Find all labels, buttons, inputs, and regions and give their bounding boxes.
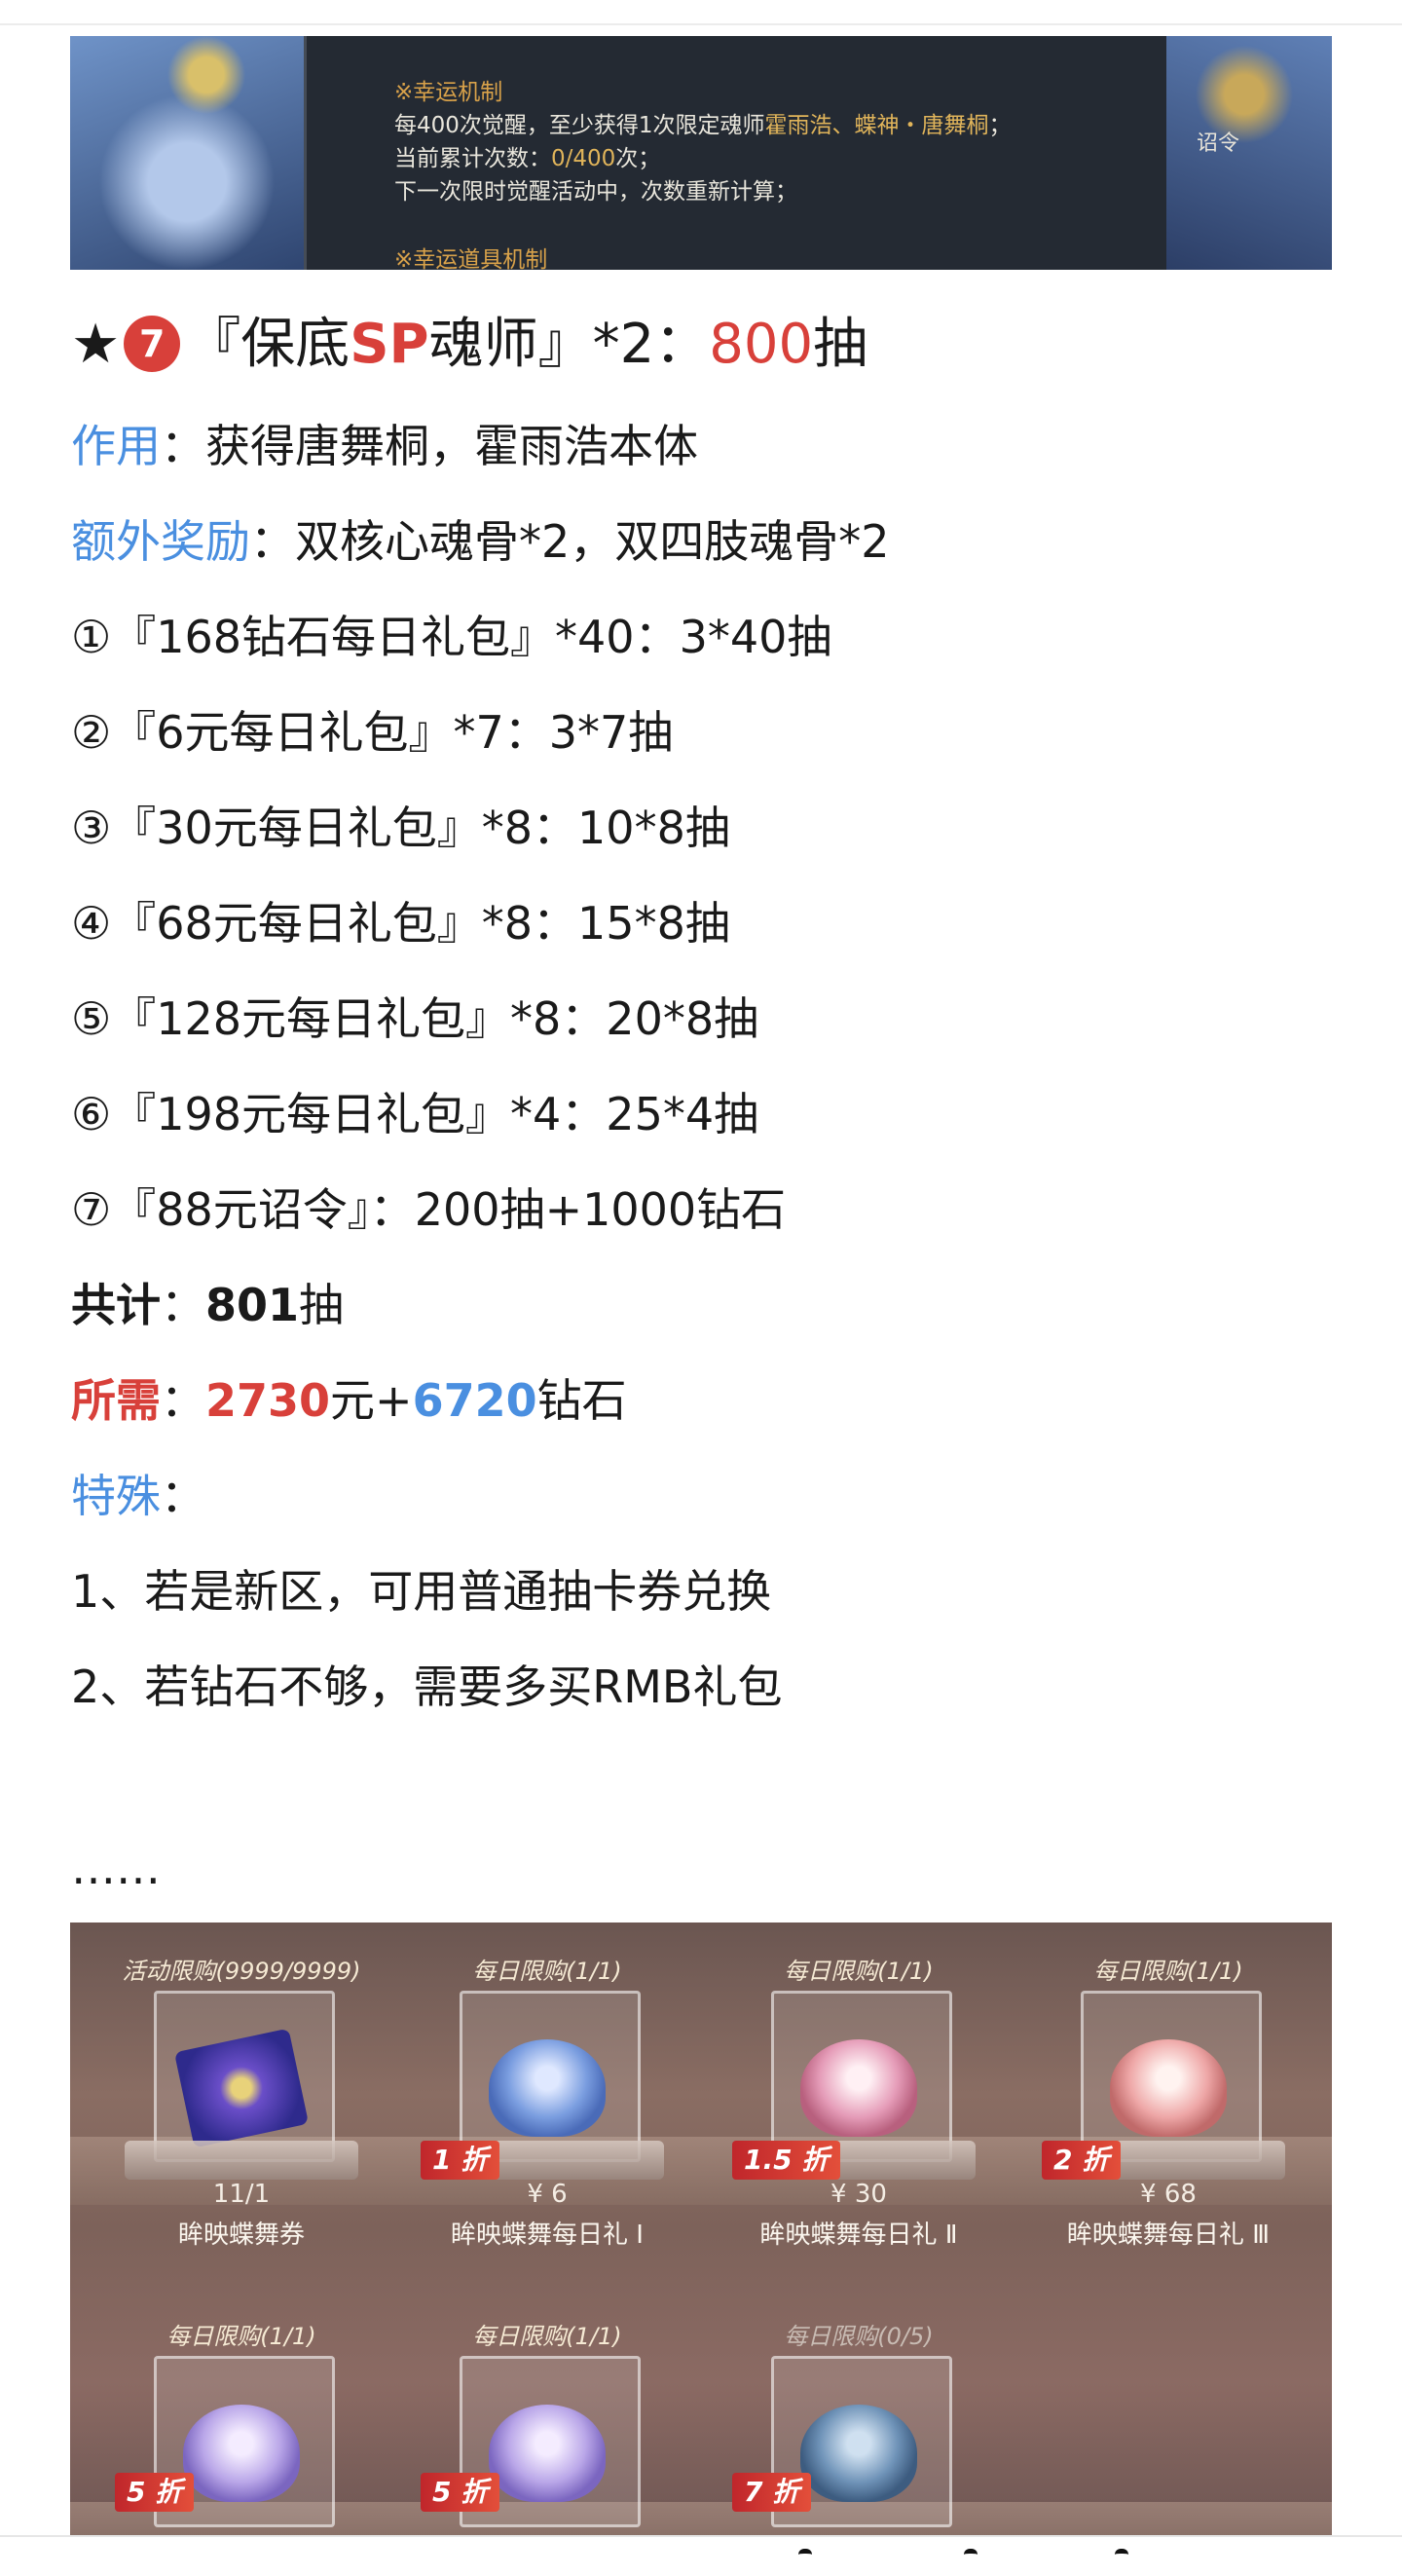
shop-item[interactable]: 每日限购(1/1) 1.5 折 ¥ 30 眸映蝶舞每日礼 Ⅱ — [713, 1923, 1005, 2283]
list-item: ①『168钻石每日礼包』*40：3*40抽 — [71, 611, 832, 663]
list-item: ②『6元每日礼包』*7：3*7抽 — [71, 706, 674, 759]
panel-line-3: 下一次限时觉醒活动中，次数重新计算； — [394, 179, 797, 205]
limit-label: 每日限购(1/1) — [784, 1958, 934, 1985]
limit-label: 每日限购(1/1) — [472, 2323, 622, 2350]
info-panel: ※幸运机制 每400次觉醒，至少获得1次限定魂师霍雨浩、蝶神・唐舞桐； 当前累计… — [304, 36, 1235, 270]
toolbar-icon[interactable] — [1115, 2549, 1128, 2563]
shop-item[interactable]: 每日限购(1/1) 5 折 — [401, 2288, 693, 2535]
discount-tag: 5 折 — [115, 2473, 195, 2512]
discount-tag: 1.5 折 — [732, 2141, 841, 2180]
discount-tag: 7 折 — [732, 2473, 812, 2512]
item-price: ¥ 30 — [830, 2180, 887, 2209]
limit-label: 每日限购(0/5) — [784, 2323, 934, 2350]
item-price: ¥ 68 — [1140, 2180, 1197, 2209]
shop-screenshot: 活动限购(9999/9999) 11/1 眸映蝶舞券 每日限购(1/1) 1 折… — [70, 1923, 1332, 2535]
luck-mechanism-screenshot: ※幸运机制 每400次觉醒，至少获得1次限定魂师霍雨浩、蝶神・唐舞桐； 当前累计… — [70, 36, 1332, 270]
panel-line-2: 当前累计次数：0/400次； — [394, 146, 661, 171]
item-name: 眸映蝶舞每日礼 Ⅱ — [759, 2221, 958, 2250]
special-note-1: 1、若是新区，可用普通抽卡券兑换 — [71, 1565, 772, 1618]
shop-item[interactable]: 每日限购(1/1) 1 折 ¥ 6 眸映蝶舞每日礼 Ⅰ — [401, 1923, 693, 2283]
bonus-line: 额外奖励：双核心魂骨*2，双四肢魂骨*2 — [71, 515, 890, 568]
gift-bag-icon — [800, 2405, 917, 2502]
cost-line: 所需：2730元+6720钻石 — [71, 1374, 627, 1427]
star-icon: ★ — [71, 313, 121, 376]
panel-line-1: 每400次觉醒，至少获得1次限定魂师霍雨浩、蝶神・唐舞桐； — [394, 113, 1012, 138]
list-item: ⑦『88元诏令』：200抽+1000钻石 — [71, 1183, 787, 1236]
item-name: 眸映蝶舞每日礼 Ⅲ — [1066, 2221, 1271, 2250]
item-price: ¥ 6 — [527, 2180, 568, 2209]
special-line: 特殊： — [71, 1470, 205, 1522]
panel-heading-luck: ※幸运机制 — [394, 80, 503, 105]
limit-label: 每日限购(1/1) — [1093, 1958, 1243, 1985]
shop-item[interactable]: 每日限购(1/1) 2 折 ¥ 68 眸映蝶舞每日礼 Ⅲ — [1022, 1923, 1314, 2283]
limit-label: 活动限购(9999/9999) — [122, 1958, 361, 1985]
character-art-left — [70, 36, 304, 270]
item-stand — [125, 2141, 358, 2180]
special-note-2: 2、若钻石不够，需要多买RMB礼包 — [71, 1661, 783, 1713]
toolbar-icon[interactable] — [798, 2549, 812, 2563]
list-item: ⑤『128元每日礼包』*8：20*8抽 — [71, 992, 759, 1045]
gift-bag-icon — [489, 2405, 606, 2502]
top-bar — [0, 0, 1402, 25]
bottom-toolbar — [0, 2535, 1402, 2576]
shop-item[interactable]: 每日限购(0/5) 7 折 — [713, 2288, 1005, 2535]
panel-heading-item: ※幸运道具机制 — [394, 247, 548, 270]
effect-label: 作用 — [71, 420, 161, 472]
total-line: 共计：801抽 — [71, 1279, 345, 1331]
ellipsis: …… — [71, 1842, 161, 1894]
side-label: 诏令 — [1196, 131, 1239, 156]
toolbar-icon[interactable] — [964, 2549, 978, 2563]
shop-item[interactable]: 活动限购(9999/9999) 11/1 眸映蝶舞券 — [95, 1923, 387, 2283]
limit-label: 每日限购(1/1) — [166, 2323, 316, 2350]
character-art-right — [1166, 36, 1332, 270]
list-item: ③『30元每日礼包』*8：10*8抽 — [71, 802, 730, 854]
bonus-label: 额外奖励 — [71, 515, 250, 568]
list-item: ④『68元每日礼包』*8：15*8抽 — [71, 897, 730, 950]
number-badge: 7 — [124, 316, 181, 372]
discount-tag: 1 折 — [421, 2141, 500, 2180]
discount-tag: 5 折 — [421, 2473, 500, 2512]
item-name: 眸映蝶舞每日礼 Ⅰ — [451, 2221, 644, 2250]
shop-item[interactable]: 每日限购(1/1) 5 折 — [95, 2288, 387, 2535]
gift-bag-icon — [1110, 2039, 1227, 2137]
gift-bag-icon — [183, 2405, 300, 2502]
discount-tag: 2 折 — [1042, 2141, 1122, 2180]
item-price: 11/1 — [212, 2180, 271, 2209]
effect-line: 作用：获得唐舞桐，霍雨浩本体 — [71, 420, 698, 472]
section-title: ★ 7 『保底SP魂师』*2：800抽 — [71, 313, 868, 376]
list-item: ⑥『198元每日礼包』*4：25*4抽 — [71, 1088, 759, 1140]
limit-label: 每日限购(1/1) — [472, 1958, 622, 1985]
gift-bag-icon — [489, 2039, 606, 2137]
item-name: 眸映蝶舞券 — [177, 2221, 305, 2250]
gift-bag-icon — [800, 2039, 917, 2137]
